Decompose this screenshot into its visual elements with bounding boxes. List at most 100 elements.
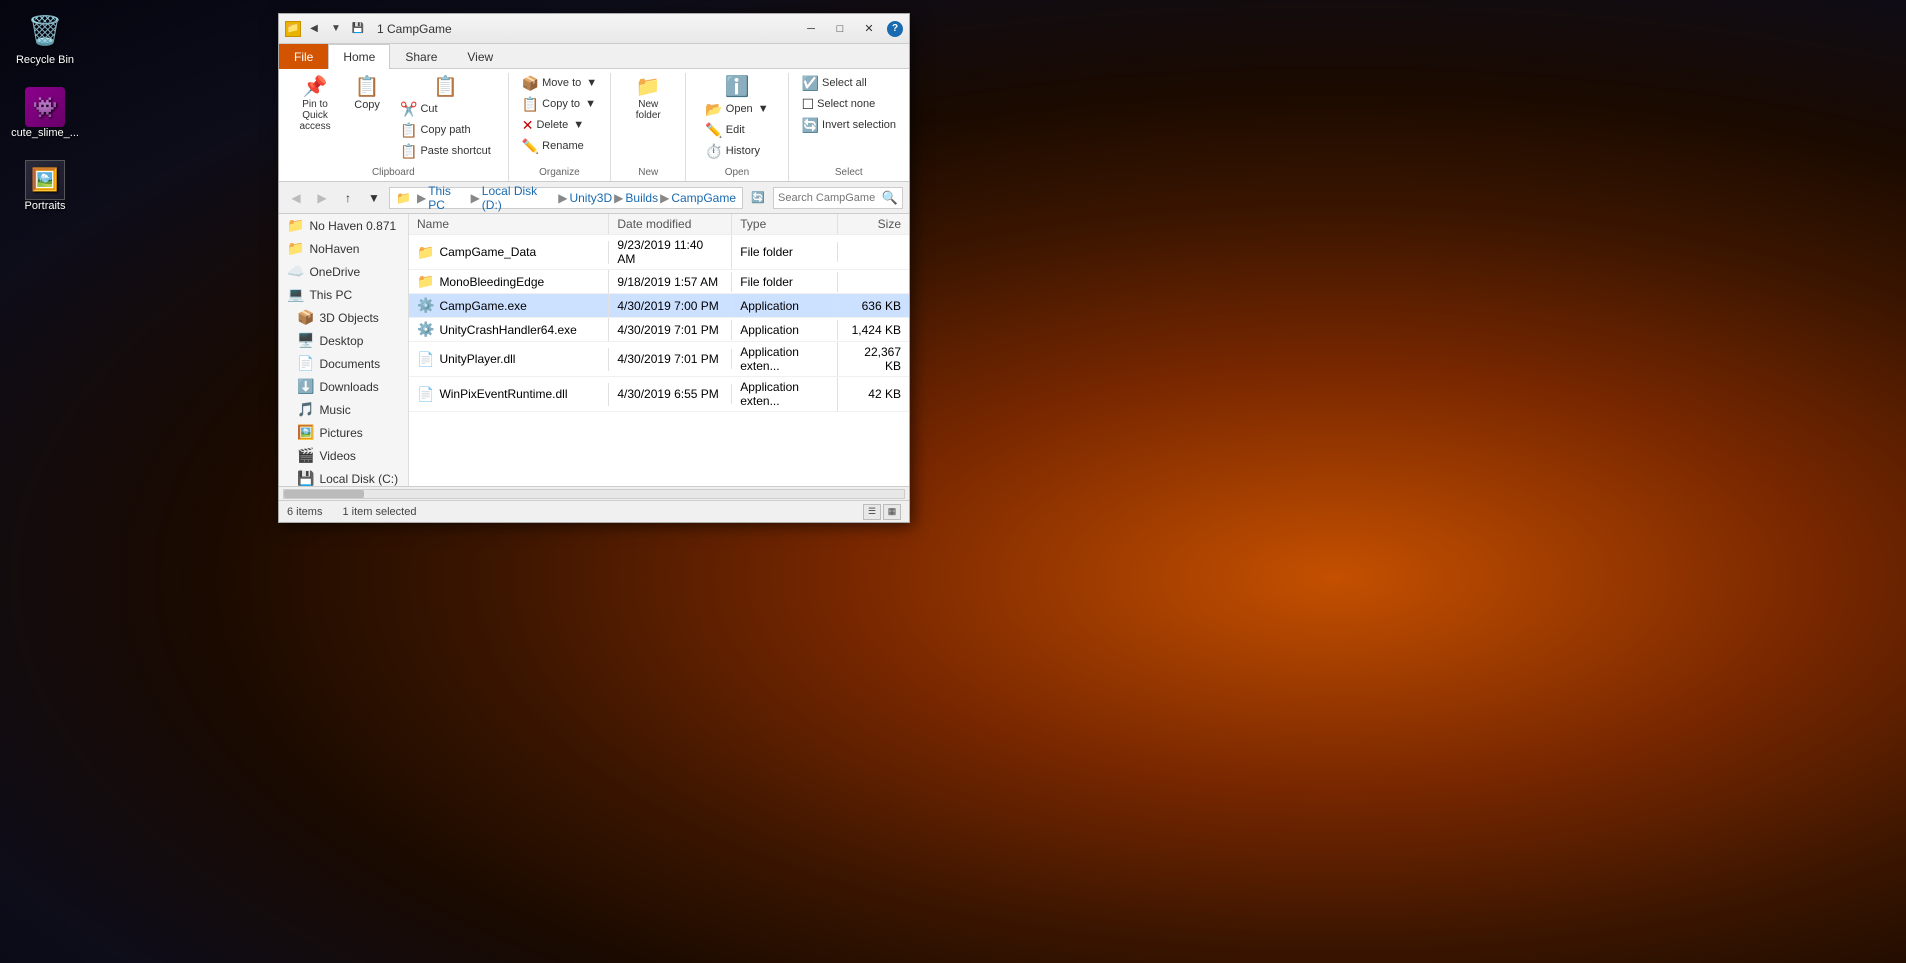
copy-btn[interactable]: 📋 Copy <box>345 73 389 115</box>
sidebar-label-downloads: Downloads <box>319 380 378 394</box>
properties-btn[interactable]: ℹ️ 📂 Open ▼ ✏️ Edit ⏱️ Hi <box>694 73 779 165</box>
close-button[interactable]: ✕ <box>855 18 883 40</box>
sidebar-item-music[interactable]: 🎵 Music <box>279 398 408 421</box>
new-label: New <box>619 165 677 179</box>
file-row-campgame-exe[interactable]: ⚙️ CampGame.exe 4/30/2019 7:00 PM Applic… <box>409 294 909 318</box>
organize-items: 📦 Move to ▼ 📋 Copy to ▼ ✕ Delete ▼ <box>517 73 602 165</box>
tab-file[interactable]: File <box>279 44 328 69</box>
help-button[interactable]: ? <box>887 21 903 37</box>
copy-to-btn[interactable]: 📋 Copy to ▼ <box>517 94 602 114</box>
file-row-monobleedingedge[interactable]: 📁 MonoBleedingEdge 9/18/2019 1:57 AM Fil… <box>409 270 909 294</box>
col-size[interactable]: Size <box>838 214 909 234</box>
desktop-icon-recycle-bin[interactable]: 🗑️ Recycle Bin <box>10 10 80 67</box>
copy-path-btn[interactable]: 📋 Copy path <box>395 120 496 140</box>
documents-icon: 📄 <box>297 355 314 372</box>
this-pc-icon: 💻 <box>287 286 304 303</box>
horizontal-scrollbar[interactable] <box>279 486 909 500</box>
quick-access-forward-btn[interactable]: ▼ <box>327 20 345 38</box>
search-icon[interactable]: 🔍 <box>882 190 898 206</box>
file-type-winpixevent: Application exten... <box>732 377 838 411</box>
desktop-icon-slime[interactable]: 👾 cute_slime_... <box>10 87 80 140</box>
breadcrumb-local-disk-d[interactable]: Local Disk (D:) <box>482 184 556 212</box>
forward-button[interactable]: ▶ <box>311 187 333 209</box>
file-row-campgame-data[interactable]: 📁 CampGame_Data 9/23/2019 11:40 AM File … <box>409 235 909 270</box>
sidebar-item-downloads[interactable]: ⬇️ Downloads <box>279 375 408 398</box>
ribbon-group-open: ℹ️ 📂 Open ▼ ✏️ Edit ⏱️ Hi <box>686 73 788 181</box>
sidebar-label-documents: Documents <box>319 357 380 371</box>
tab-home[interactable]: Home <box>328 44 390 69</box>
file-type-unitycrash: Application <box>732 320 838 340</box>
select-all-btn[interactable]: ☑️ Select all <box>797 73 901 93</box>
selected-count: 1 item selected <box>342 506 416 518</box>
sidebar-item-videos[interactable]: 🎬 Videos <box>279 444 408 467</box>
music-icon: 🎵 <box>297 401 314 418</box>
folder-icon-monobleedingedge: 📁 <box>417 273 434 290</box>
sidebar-item-pictures[interactable]: 🖼️ Pictures <box>279 421 408 444</box>
tab-share[interactable]: Share <box>390 44 452 69</box>
sidebar-item-documents[interactable]: 📄 Documents <box>279 352 408 375</box>
details-view-btn[interactable]: ☰ <box>863 504 881 520</box>
select-none-btn[interactable]: ☐ Select none <box>797 94 901 114</box>
file-size-campgame-exe: 636 KB <box>838 296 909 316</box>
breadcrumb-builds[interactable]: Builds <box>625 191 658 205</box>
quick-access-back-btn[interactable]: ◀ <box>305 20 323 38</box>
breadcrumb-campgame[interactable]: CampGame <box>671 191 736 205</box>
file-size-winpixevent: 42 KB <box>838 384 909 404</box>
file-row-winpixevent[interactable]: 📄 WinPixEventRuntime.dll 4/30/2019 6:55 … <box>409 377 909 412</box>
back-button[interactable]: ◀ <box>285 187 307 209</box>
col-type[interactable]: Type <box>732 214 838 234</box>
file-row-unitiplayer-dll[interactable]: 📄 UnityPlayer.dll 4/30/2019 7:01 PM Appl… <box>409 342 909 377</box>
sidebar-item-nohaven[interactable]: 📁 NoHaven <box>279 237 408 260</box>
sidebar-item-no-haven-0871[interactable]: 📁 No Haven 0.871 <box>279 214 408 237</box>
open-icon: 📂 <box>705 102 722 116</box>
copy-to-arrow: ▼ <box>585 98 596 110</box>
paste-shortcut-btn[interactable]: 📋 Paste shortcut <box>395 141 496 161</box>
sidebar-item-3d-objects[interactable]: 📦 3D Objects <box>279 306 408 329</box>
invert-icon: 🔄 <box>802 118 819 132</box>
edit-btn[interactable]: ✏️ Edit <box>700 120 773 140</box>
pin-to-quick-access-btn[interactable]: 📌 Pin to Quick access <box>287 73 343 136</box>
copy-to-label: Copy to <box>542 98 580 110</box>
maximize-button[interactable]: □ <box>826 18 854 40</box>
copy-path-icon: 📋 <box>400 123 417 137</box>
h-scroll-track[interactable] <box>283 489 905 499</box>
refresh-button[interactable]: 🔄 <box>747 187 769 209</box>
paste-btn[interactable]: 📋 ✂️ Cut 📋 Copy path 📋 Paste shortcut <box>391 73 500 165</box>
up-button[interactable]: ↑ <box>337 187 359 209</box>
sidebar-item-desktop[interactable]: 🖥️ Desktop <box>279 329 408 352</box>
new-folder-btn[interactable]: 📁 New folder <box>619 73 677 125</box>
invert-selection-btn[interactable]: 🔄 Invert selection <box>797 115 901 135</box>
history-btn[interactable]: ⏱️ History <box>700 141 773 161</box>
delete-btn[interactable]: ✕ Delete ▼ <box>517 115 602 135</box>
minimize-button[interactable]: ─ <box>797 18 825 40</box>
recent-locations-button[interactable]: ▼ <box>363 187 385 209</box>
ribbon-group-clipboard: 📌 Pin to Quick access 📋 Copy 📋 ✂️ Cut <box>279 73 509 181</box>
file-type-campgame-exe: Application <box>732 296 838 316</box>
sidebar-item-local-disk-c[interactable]: 💾 Local Disk (C:) <box>279 467 408 486</box>
file-name-unitycrash: UnityCrashHandler64.exe <box>439 323 576 337</box>
cut-btn[interactable]: ✂️ Cut <box>395 99 496 119</box>
col-name[interactable]: Name <box>409 214 609 234</box>
tab-view[interactable]: View <box>452 44 508 69</box>
sidebar-item-this-pc[interactable]: 💻 This PC <box>279 283 408 306</box>
history-label: History <box>726 145 760 157</box>
large-icons-btn[interactable]: ▦ <box>883 504 901 520</box>
sidebar-label-3d-objects: 3D Objects <box>319 311 378 325</box>
paste-shortcut-icon: 📋 <box>400 144 417 158</box>
breadcrumb-unity3d[interactable]: Unity3D <box>569 191 612 205</box>
search-input[interactable] <box>778 192 882 204</box>
move-to-btn[interactable]: 📦 Move to ▼ <box>517 73 602 93</box>
rename-btn[interactable]: ✏️ Rename <box>517 136 602 156</box>
file-row-unitycrashhandler[interactable]: ⚙️ UnityCrashHandler64.exe 4/30/2019 7:0… <box>409 318 909 342</box>
quick-access-save-btn[interactable]: 💾 <box>349 20 367 38</box>
open-btn[interactable]: 📂 Open ▼ <box>700 99 773 119</box>
file-name-campgame-exe: CampGame.exe <box>439 299 526 313</box>
breadcrumb-this-pc[interactable]: This PC <box>428 184 468 212</box>
open-label: Open <box>726 103 753 115</box>
sidebar-item-onedrive[interactable]: ☁️ OneDrive <box>279 260 408 283</box>
desktop-icon-portraits[interactable]: 🖼️ Portraits <box>10 160 80 213</box>
h-scroll-thumb[interactable] <box>284 490 364 498</box>
col-date[interactable]: Date modified <box>609 214 732 234</box>
downloads-icon: ⬇️ <box>297 378 314 395</box>
file-size-unitycrash: 1,424 KB <box>838 320 909 340</box>
